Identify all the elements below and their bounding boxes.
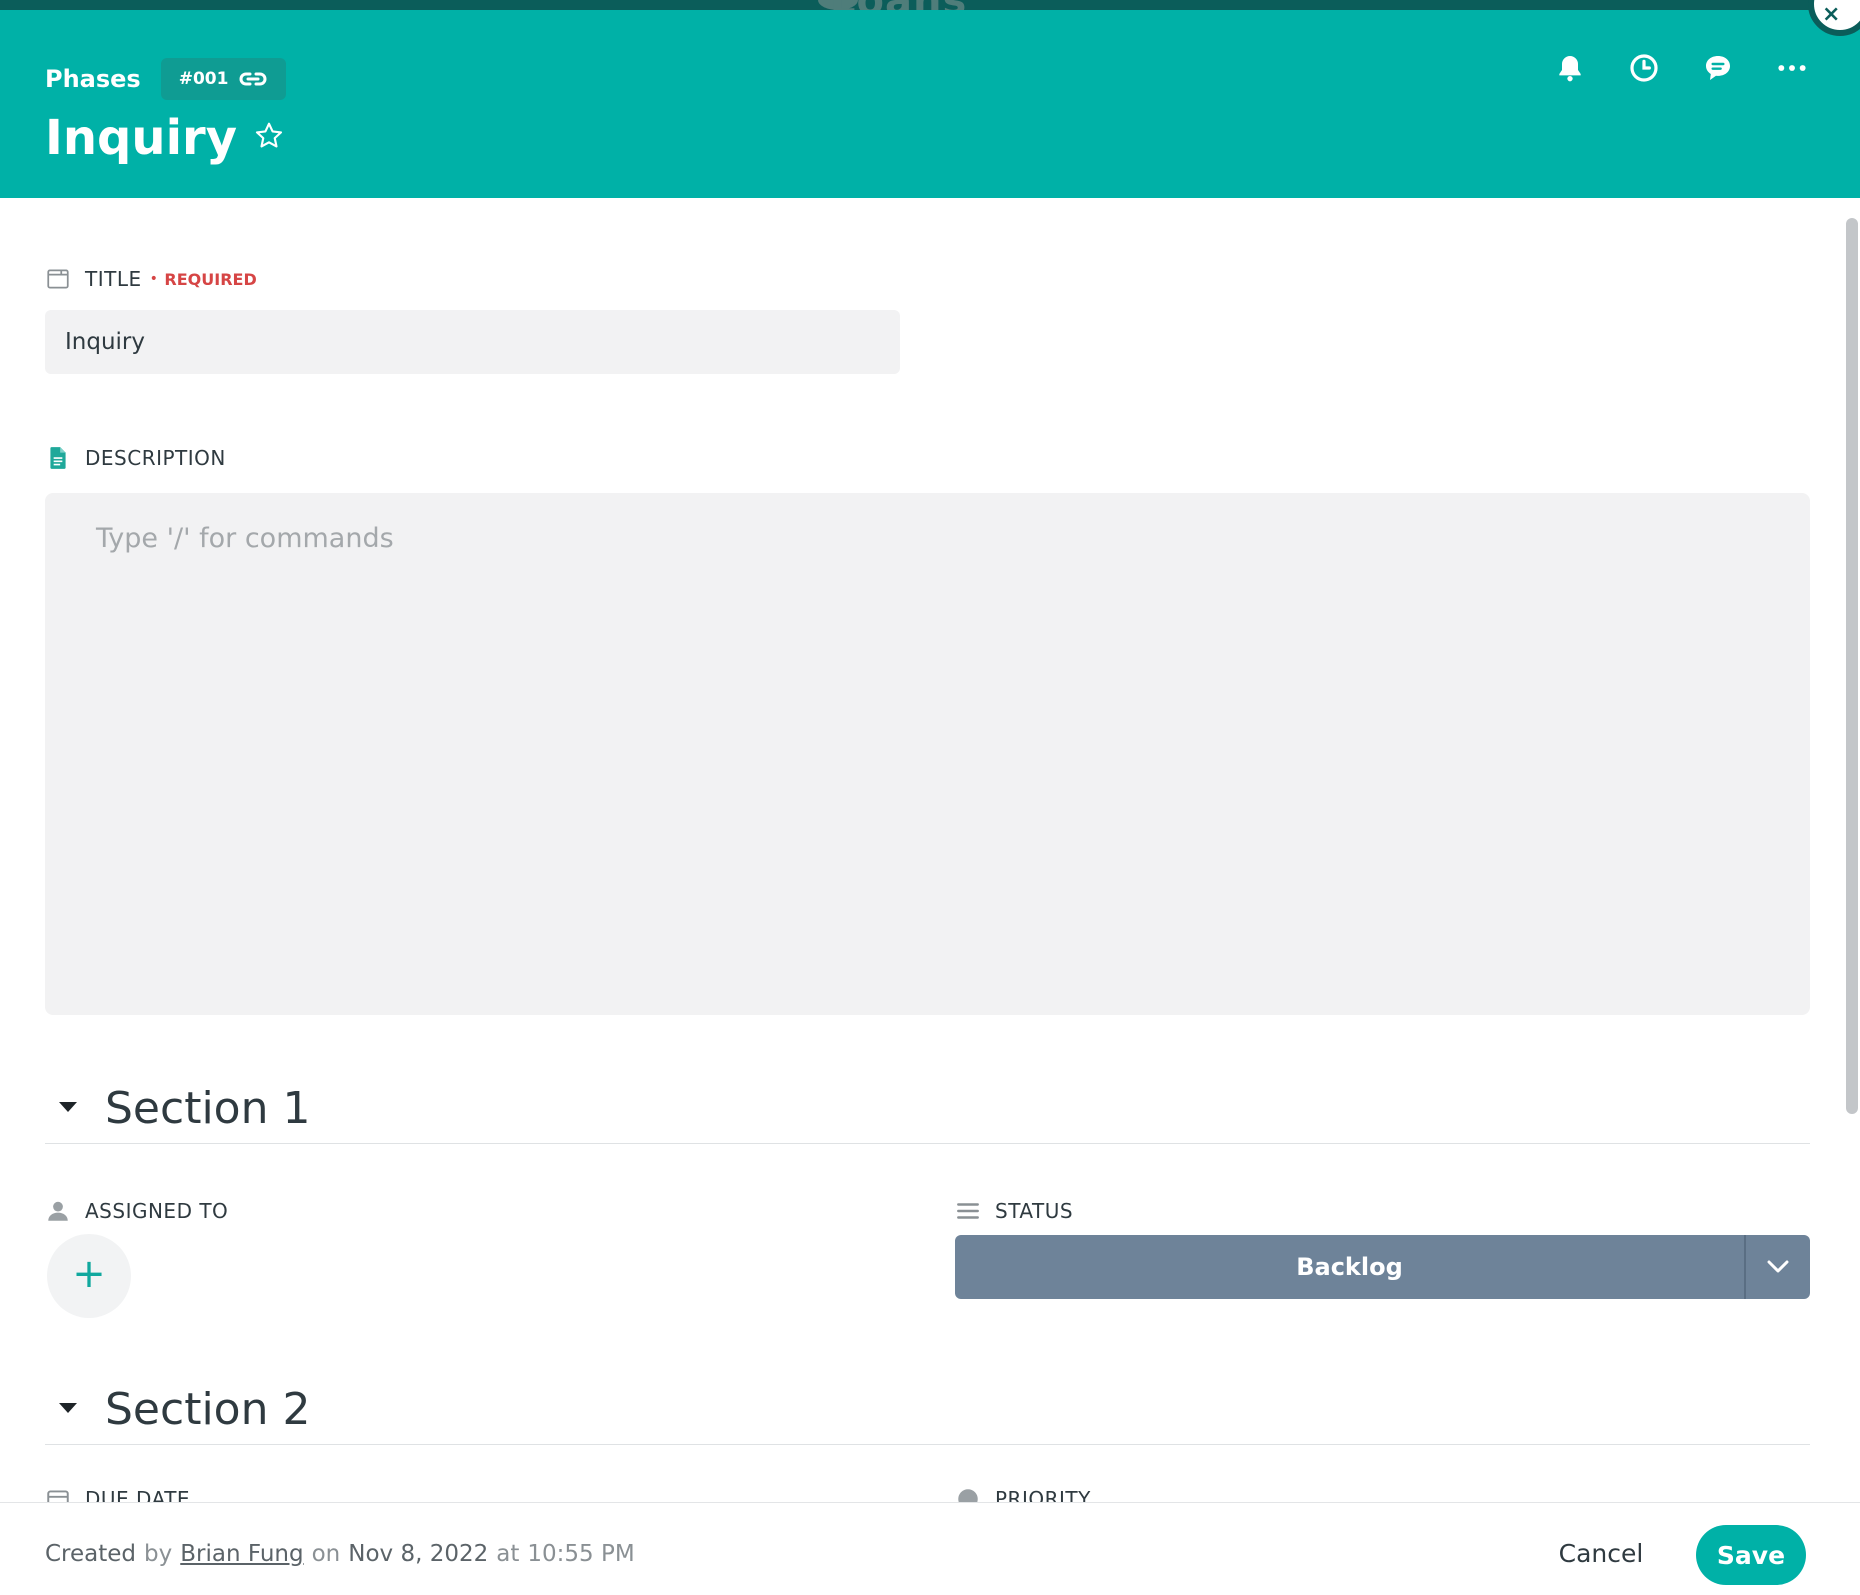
priority-icon <box>958 1489 978 1503</box>
status-label-text: STATUS <box>995 1199 1074 1223</box>
required-label: REQUIRED <box>164 269 257 289</box>
background-app-title: Loans <box>830 0 967 10</box>
comment-icon[interactable] <box>1700 50 1736 86</box>
plus-icon: + <box>72 1251 106 1297</box>
record-form: TITLE • REQUIRED Inquiry DESCRIPTION Typ… <box>45 198 1810 1503</box>
required-dot: • <box>149 271 159 287</box>
more-icon[interactable] <box>1774 50 1810 86</box>
priority-label: PRIORITY <box>955 1486 1091 1503</box>
section-2-title: Section 2 <box>105 1384 311 1435</box>
star-icon[interactable] <box>253 120 285 156</box>
status-label: STATUS <box>955 1198 1073 1224</box>
status-dropdown-toggle[interactable] <box>1744 1235 1810 1299</box>
calendar-icon <box>47 1490 69 1503</box>
record-id: #001 <box>178 69 229 89</box>
close-icon: × <box>1822 2 1841 27</box>
created-time: 10:55 PM <box>527 1541 635 1567</box>
created-date: Nov 8, 2022 <box>348 1541 489 1567</box>
scrollbar-thumb[interactable] <box>1846 218 1858 1114</box>
created-word: Created <box>45 1541 137 1567</box>
cancel-button[interactable]: Cancel <box>1540 1523 1662 1583</box>
page-title-row: Inquiry <box>45 110 285 166</box>
form-footer: Created by Brian Fung on Nov 8, 2022 at … <box>0 1502 1860 1595</box>
collapse-caret-icon[interactable] <box>57 1400 79 1419</box>
section-1-header[interactable]: Section 1 <box>45 1074 1810 1144</box>
chevron-down-icon <box>1767 1260 1789 1273</box>
document-icon <box>50 447 66 469</box>
created-meta: Created by Brian Fung on Nov 8, 2022 at … <box>45 1541 635 1567</box>
save-button[interactable]: Save <box>1696 1525 1806 1585</box>
title-input[interactable]: Inquiry <box>45 310 900 374</box>
due-date-label: DUE DATE <box>45 1486 190 1503</box>
assigned-to-label: ASSIGNED TO <box>45 1198 228 1224</box>
page-title: Inquiry <box>45 110 237 166</box>
record-id-chip[interactable]: #001 <box>160 58 287 100</box>
header-actions <box>1552 50 1810 86</box>
description-placeholder: Type '/' for commands <box>96 523 394 554</box>
record-header: Phases #001 Inquiry <box>0 10 1860 198</box>
background-app-strip: Loans <box>0 0 1860 10</box>
title-label-text: TITLE <box>85 267 142 291</box>
description-field-label: DESCRIPTION <box>45 445 226 471</box>
user-icon <box>48 1201 68 1221</box>
link-icon <box>240 72 267 86</box>
breadcrumb: Phases #001 <box>45 58 287 100</box>
collapse-caret-icon[interactable] <box>57 1099 79 1118</box>
assigned-to-label-text: ASSIGNED TO <box>85 1199 229 1223</box>
status-value: Backlog <box>1296 1253 1403 1281</box>
by-word: by <box>144 1541 173 1567</box>
description-editor[interactable]: Type '/' for commands <box>45 493 1810 1015</box>
description-label-text: DESCRIPTION <box>85 446 226 470</box>
priority-label-text: PRIORITY <box>995 1487 1091 1503</box>
title-field-label: TITLE • REQUIRED <box>45 266 257 292</box>
breadcrumb-phases-link[interactable]: Phases <box>45 65 141 93</box>
title-input-value: Inquiry <box>65 329 145 355</box>
on-word: on <box>311 1541 341 1567</box>
due-date-label-text: DUE DATE <box>85 1487 191 1503</box>
at-word: at <box>496 1541 520 1567</box>
clock-icon[interactable] <box>1626 50 1662 86</box>
add-assignee-button[interactable]: + <box>47 1234 131 1318</box>
section-2-header[interactable]: Section 2 <box>45 1375 1810 1445</box>
status-select[interactable]: Backlog <box>955 1235 1810 1299</box>
bell-icon[interactable] <box>1552 50 1588 86</box>
section-1-title: Section 1 <box>105 1083 311 1134</box>
list-icon <box>957 1203 979 1219</box>
title-field-icon <box>47 269 69 289</box>
creator-link[interactable]: Brian Fung <box>180 1541 303 1567</box>
